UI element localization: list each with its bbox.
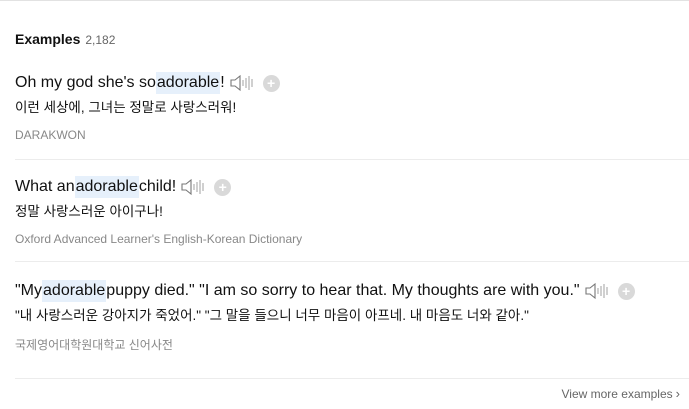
add-button[interactable]: + [617, 282, 635, 300]
examples-title: Examples [15, 31, 81, 47]
view-more-label: View more examples [561, 386, 673, 401]
speaker-icon[interactable] [230, 74, 254, 92]
sentence-text: child! [138, 178, 177, 195]
example-item: What an adorable child! + 정말 사랑스러운 아이구나!… [15, 176, 689, 246]
sentence-text: "My [15, 282, 43, 299]
highlighted-word: adorable [42, 280, 107, 302]
sentence-text: puppy died." "I am so sorry to hear that… [106, 282, 580, 299]
example-translation: 이런 세상에, 그녀는 정말로 사랑스러워! [15, 100, 237, 115]
example-source: 국제영어대학원대학교 신어사전 [15, 338, 173, 352]
examples-header: Examples 2,182 [15, 31, 115, 47]
example-translation: "내 사랑스러운 강아지가 죽었어." "그 말을 들으니 너무 마음이 아프네… [15, 308, 529, 323]
example-sentence: "My adorable puppy died." "I am so sorry… [15, 280, 689, 302]
speaker-icon[interactable] [181, 178, 205, 196]
add-button[interactable]: + [262, 74, 280, 92]
example-divider [15, 159, 689, 160]
example-item: Oh my god she's so adorable! + 이런 세상에, 그… [15, 72, 689, 142]
add-button[interactable]: + [214, 178, 232, 196]
sentence-text: ! [220, 74, 225, 91]
example-source: Oxford Advanced Learner's English-Korean… [15, 232, 303, 246]
top-divider [0, 0, 689, 1]
example-divider [15, 378, 689, 379]
highlighted-word: adorable [74, 176, 139, 198]
example-source: DARAKWON [15, 128, 86, 142]
examples-count: 2,182 [85, 33, 116, 47]
view-more-examples-link[interactable]: View more examples › [561, 386, 680, 401]
speaker-icon[interactable] [585, 282, 609, 300]
example-sentence: What an adorable child! + [15, 176, 689, 198]
example-sentence: Oh my god she's so adorable! + [15, 72, 689, 94]
highlighted-word: adorable [155, 72, 221, 94]
example-item: "My adorable puppy died." "I am so sorry… [15, 280, 689, 353]
sentence-text: What an [15, 178, 75, 195]
example-translation: 정말 사랑스러운 아이구나! [15, 204, 163, 219]
sentence-text: Oh my god she's so [15, 74, 156, 91]
chevron-right-icon: › [675, 386, 680, 401]
example-divider [15, 261, 689, 262]
